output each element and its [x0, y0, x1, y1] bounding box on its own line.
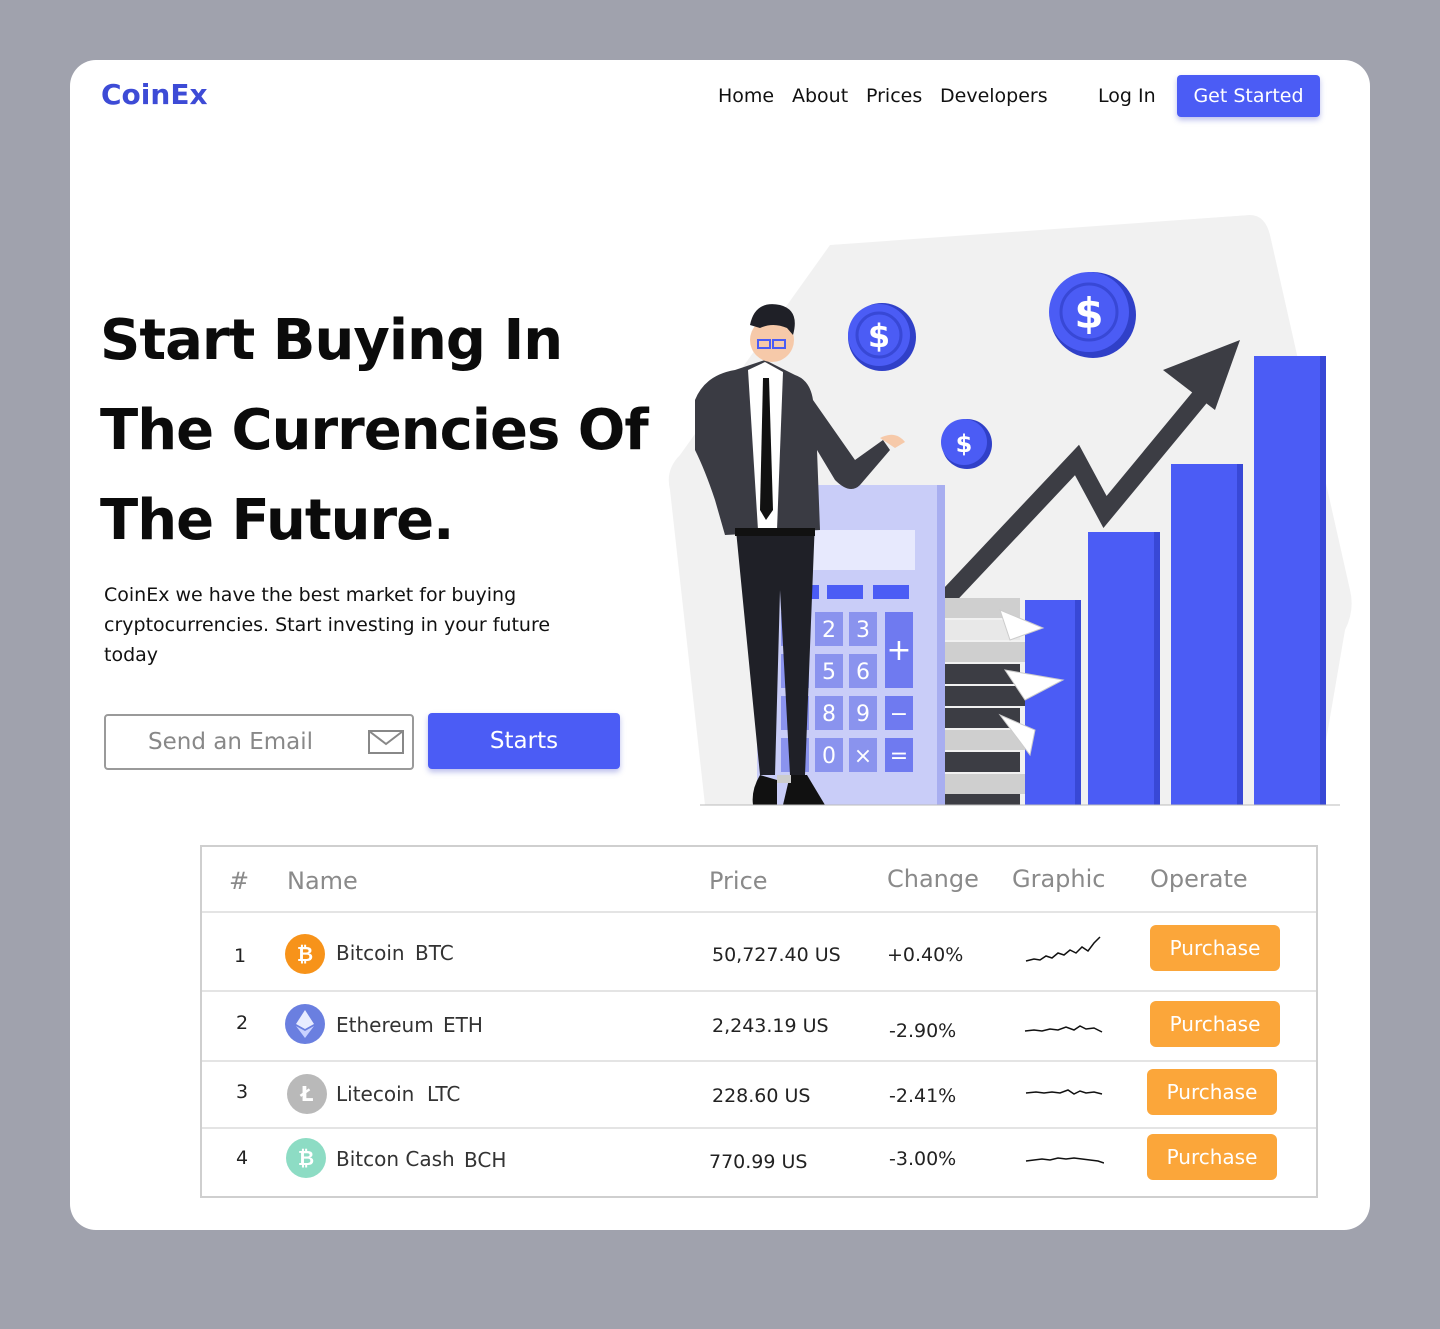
ethereum-icon — [285, 1004, 325, 1044]
row-divider — [202, 911, 1316, 913]
nav-developers[interactable]: Developers — [940, 85, 1048, 107]
svg-text:9: 9 — [856, 702, 870, 727]
row-divider — [202, 1127, 1316, 1129]
litecoin-icon: Ł — [287, 1074, 327, 1114]
row-index: 4 — [236, 1147, 249, 1169]
col-operate: Operate — [1150, 865, 1248, 893]
chart-bar-4 — [1254, 356, 1326, 805]
dollar-coin-icon: $ — [848, 303, 916, 371]
hero-title-line3: The Future. — [100, 488, 454, 553]
nav-login[interactable]: Log In — [1098, 85, 1156, 107]
svg-text:=: = — [890, 744, 908, 769]
purchase-button[interactable]: Purchase — [1150, 1001, 1280, 1047]
col-index: # — [229, 867, 250, 895]
row-index: 1 — [234, 945, 247, 967]
svg-text:$: $ — [956, 430, 973, 458]
chart-bar-2 — [1088, 532, 1160, 805]
svg-text:$: $ — [868, 317, 890, 355]
col-price: Price — [709, 867, 768, 895]
svg-text:3: 3 — [856, 618, 870, 643]
coin-name: Bitcoin — [336, 941, 405, 965]
coin-name: Litecoin — [336, 1082, 415, 1106]
hero-title: Start Buying In The Currencies Of The Fu… — [100, 296, 700, 566]
coin-change: -3.00% — [889, 1148, 957, 1170]
brand-logo[interactable]: CoinEx — [101, 78, 208, 111]
row-index: 3 — [236, 1081, 249, 1103]
row-divider — [202, 990, 1316, 992]
coin-price: 228.60 US — [712, 1085, 811, 1107]
bitcoin-icon: ₿ — [285, 934, 325, 974]
coin-symbol: LTC — [427, 1082, 461, 1106]
coin-price: 2,243.19 US — [712, 1015, 829, 1037]
row-index: 2 — [236, 1012, 249, 1034]
email-input[interactable] — [106, 716, 356, 768]
svg-text:8: 8 — [822, 702, 836, 727]
coin-price: 50,727.40 US — [712, 944, 841, 966]
purchase-button[interactable]: Purchase — [1150, 925, 1280, 971]
row-divider — [202, 1060, 1316, 1062]
start-button[interactable]: Starts — [428, 713, 620, 769]
get-started-button[interactable]: Get Started — [1177, 75, 1320, 117]
coin-symbol: BCH — [464, 1148, 507, 1172]
nav-prices[interactable]: Prices — [866, 85, 922, 107]
svg-text:5: 5 — [822, 660, 836, 685]
col-change: Change — [887, 865, 979, 893]
svg-text:−: − — [890, 702, 908, 727]
mail-icon — [368, 730, 404, 754]
svg-text:×: × — [854, 744, 872, 769]
svg-text:+: + — [886, 633, 911, 668]
svg-text:2: 2 — [822, 618, 836, 643]
col-graphic: Graphic — [1012, 865, 1106, 893]
bitcoin-cash-icon: ₿ — [286, 1138, 326, 1178]
email-field-box — [104, 714, 414, 770]
prices-table: # Name Price Change Graphic Operate 1 ₿ … — [200, 845, 1318, 1198]
svg-text:$: $ — [1074, 289, 1103, 338]
landing-card: CoinEx Home About Prices Developers Log … — [70, 60, 1370, 1230]
coin-price: 770.99 US — [709, 1151, 808, 1173]
coin-change: -2.41% — [889, 1085, 957, 1107]
sparkline — [1025, 936, 1101, 962]
nav-home[interactable]: Home — [718, 85, 774, 107]
chart-bar-3 — [1171, 464, 1243, 805]
svg-text:0: 0 — [822, 744, 836, 769]
sparkline — [1025, 1157, 1104, 1164]
coin-symbol: ETH — [443, 1013, 483, 1037]
coin-symbol: BTC — [415, 941, 454, 965]
coin-change: +0.40% — [887, 944, 964, 966]
purchase-button[interactable]: Purchase — [1147, 1069, 1277, 1115]
hero-title-line1: Start Buying In — [100, 308, 563, 373]
hero-title-line2: The Currencies Of — [100, 398, 649, 463]
hero-subtitle: CoinEx we have the best market for buyin… — [104, 584, 551, 666]
sparkline — [1024, 1025, 1103, 1033]
svg-text:6: 6 — [856, 660, 870, 685]
col-name: Name — [287, 867, 358, 895]
finance-illustration: $ $ $ 2 3 5 6 8 9 0 × +−= — [668, 215, 1352, 806]
nav-about[interactable]: About — [792, 85, 848, 107]
coin-name: Bitcon Cash — [336, 1147, 455, 1171]
coin-name: Ethereum — [336, 1013, 434, 1037]
coin-change: -2.90% — [889, 1020, 957, 1042]
purchase-button[interactable]: Purchase — [1147, 1134, 1277, 1180]
sparkline — [1025, 1089, 1103, 1095]
